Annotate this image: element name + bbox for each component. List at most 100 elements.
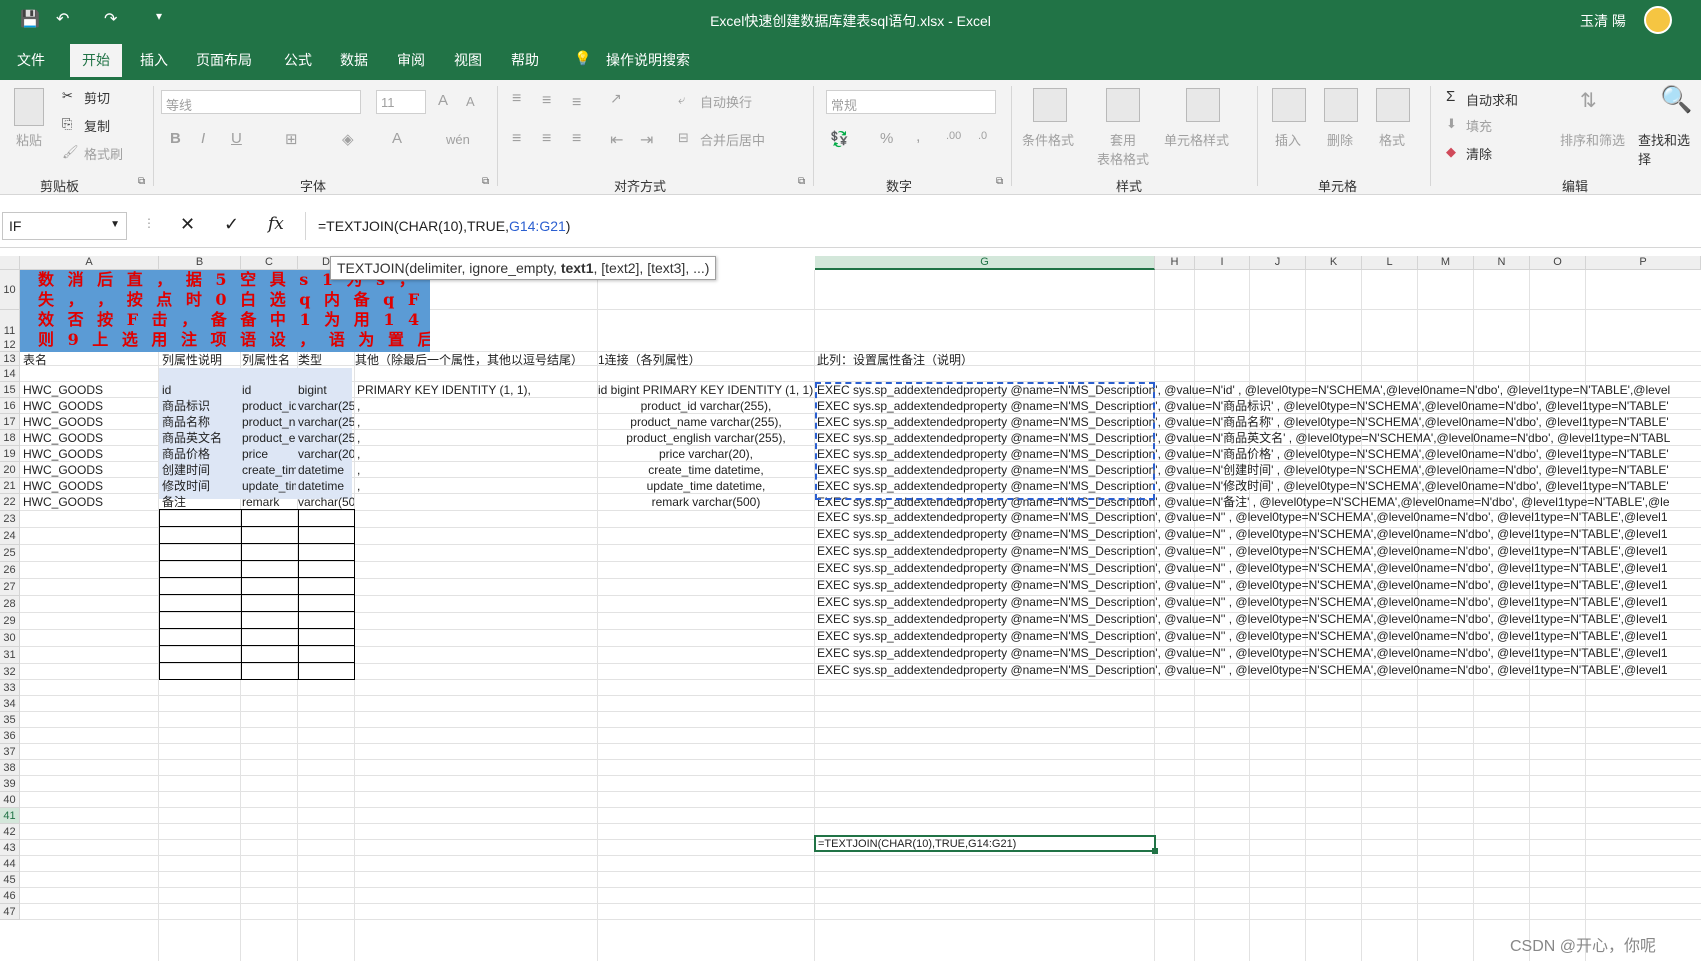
- empty-cell[interactable]: [298, 645, 355, 663]
- cell-f[interactable]: create_time datetime,: [598, 463, 814, 478]
- row-header[interactable]: 27: [0, 579, 20, 596]
- delete-cells-button[interactable]: 删除: [1327, 130, 1353, 149]
- cell-e[interactable]: ,: [357, 447, 597, 462]
- cell-b[interactable]: 修改时间: [162, 479, 240, 494]
- find-select-button[interactable]: 查找和选择: [1638, 130, 1701, 168]
- autosum-icon[interactable]: Σ: [1446, 88, 1455, 105]
- header-other[interactable]: 其他（除最后一个属性，其他以逗号结尾）: [355, 353, 583, 368]
- cell-d[interactable]: varchar(255): [298, 399, 354, 414]
- enter-icon[interactable]: ✓: [224, 214, 239, 235]
- cell-styles-icon[interactable]: [1186, 88, 1220, 122]
- cell-c[interactable]: price: [242, 447, 296, 462]
- row-header[interactable]: 26: [0, 562, 20, 579]
- empty-cell[interactable]: [241, 628, 299, 646]
- cell-a[interactable]: HWC_GOODS: [23, 495, 157, 510]
- tab-review[interactable]: 审阅: [397, 50, 425, 70]
- fill-color-icon[interactable]: ◈: [342, 130, 354, 148]
- row-header[interactable]: 10: [0, 270, 20, 310]
- empty-cell[interactable]: [298, 662, 355, 680]
- row-header[interactable]: 32: [0, 664, 20, 680]
- row-header[interactable]: 41: [0, 808, 20, 824]
- row-header[interactable]: 13: [0, 352, 20, 366]
- column-header[interactable]: M: [1418, 256, 1474, 270]
- empty-cell[interactable]: [159, 662, 242, 680]
- row-header[interactable]: 38: [0, 760, 20, 776]
- row-header[interactable]: 17: [0, 414, 20, 430]
- cell-a[interactable]: HWC_GOODS: [23, 479, 157, 494]
- cell-b[interactable]: 商品英文名: [162, 431, 240, 446]
- dialog-launcher-icon[interactable]: ⧉: [798, 176, 805, 187]
- cell-c[interactable]: product_name: [242, 415, 296, 430]
- cell-b[interactable]: 备注: [162, 495, 240, 510]
- tell-me-search[interactable]: 操作说明搜索: [606, 50, 690, 70]
- cell-c[interactable]: create_time: [242, 463, 296, 478]
- wrap-text-icon[interactable]: ⤶: [678, 92, 685, 108]
- empty-cell[interactable]: [241, 560, 299, 578]
- tab-insert[interactable]: 插入: [140, 50, 168, 70]
- empty-cell[interactable]: [241, 645, 299, 663]
- user-name[interactable]: 玉清 陽: [1580, 11, 1626, 31]
- empty-cell[interactable]: [241, 662, 299, 680]
- avatar[interactable]: [1644, 6, 1672, 34]
- font-size-select[interactable]: 11: [376, 90, 426, 114]
- empty-cell[interactable]: [298, 628, 355, 646]
- cell-e[interactable]: PRIMARY KEY IDENTITY (1, 1),: [357, 383, 597, 398]
- select-all-corner[interactable]: [0, 256, 20, 270]
- exec-cell[interactable]: EXEC sys.sp_addextendedproperty @name=N'…: [817, 510, 1701, 525]
- header-concat[interactable]: 1连接（各列属性）: [598, 353, 701, 368]
- row-header[interactable]: 46: [0, 888, 20, 904]
- paste-icon[interactable]: [14, 88, 44, 126]
- row-header[interactable]: 25: [0, 545, 20, 562]
- cell-a[interactable]: HWC_GOODS: [23, 463, 157, 478]
- cell-d[interactable]: varchar(20): [298, 447, 354, 462]
- row-header[interactable]: 12: [0, 338, 20, 352]
- exec-cell[interactable]: EXEC sys.sp_addextendedproperty @name=N'…: [817, 527, 1701, 542]
- borders-icon[interactable]: ⊞: [285, 130, 298, 148]
- cell-a[interactable]: HWC_GOODS: [23, 431, 157, 446]
- comma-button[interactable]: ,: [916, 128, 920, 146]
- tab-page-layout[interactable]: 页面布局: [196, 50, 252, 70]
- exec-cell[interactable]: EXEC sys.sp_addextendedproperty @name=N'…: [817, 544, 1701, 559]
- italic-button[interactable]: I: [201, 130, 205, 147]
- row-header[interactable]: 40: [0, 792, 20, 808]
- exec-cell[interactable]: EXEC sys.sp_addextendedproperty @name=N'…: [817, 646, 1701, 661]
- cell-f[interactable]: product_id varchar(255),: [598, 399, 814, 414]
- tab-formulas[interactable]: 公式: [284, 50, 312, 70]
- empty-cell[interactable]: [298, 577, 355, 595]
- tab-home[interactable]: 开始: [70, 44, 122, 80]
- copy-icon[interactable]: ⎘: [62, 116, 72, 132]
- cell-c[interactable]: update_time: [242, 479, 296, 494]
- copy-button[interactable]: 复制: [84, 116, 110, 135]
- cell-d[interactable]: datetime: [298, 479, 354, 494]
- row-header[interactable]: 20: [0, 462, 20, 478]
- worksheet-grid[interactable]: ABCDGHIJKLMNOP 10 11 12 13 14 15 16 17 18 19 20 21 2…: [0, 256, 1701, 961]
- row-header[interactable]: 43: [0, 840, 20, 856]
- empty-cell[interactable]: [241, 577, 299, 595]
- increase-indent-icon[interactable]: ⇥: [640, 130, 653, 150]
- format-as-table-icon[interactable]: [1106, 88, 1140, 122]
- currency-icon[interactable]: 💱: [830, 130, 849, 148]
- empty-cell[interactable]: [159, 509, 242, 527]
- format-cells-icon[interactable]: [1376, 88, 1410, 122]
- cut-button[interactable]: 剪切: [84, 88, 110, 107]
- bold-button[interactable]: B: [170, 130, 181, 147]
- dialog-launcher-icon[interactable]: ⧉: [482, 176, 489, 187]
- empty-cell[interactable]: [298, 526, 355, 544]
- cell-b[interactable]: 商品标识: [162, 399, 240, 414]
- empty-cell[interactable]: [241, 543, 299, 561]
- header-column-desc[interactable]: 列属性说明: [162, 353, 222, 368]
- empty-cell[interactable]: [298, 543, 355, 561]
- align-right-icon[interactable]: ≡: [572, 130, 581, 148]
- exec-cell[interactable]: EXEC sys.sp_addextendedproperty @name=N'…: [817, 595, 1701, 610]
- cell-e[interactable]: ,: [357, 415, 597, 430]
- empty-cell[interactable]: [159, 611, 242, 629]
- format-painter-button[interactable]: 格式刷: [84, 144, 123, 163]
- align-center-icon[interactable]: ≡: [542, 130, 551, 148]
- fill-button[interactable]: 填充: [1466, 116, 1492, 135]
- cell-d[interactable]: varchar(255): [298, 431, 354, 446]
- cell-a[interactable]: HWC_GOODS: [23, 383, 157, 398]
- cell-e[interactable]: ,: [357, 399, 597, 414]
- fill-icon[interactable]: ⬇: [1446, 116, 1457, 132]
- cell-a[interactable]: HWC_GOODS: [23, 447, 157, 462]
- empty-cell[interactable]: [298, 594, 355, 612]
